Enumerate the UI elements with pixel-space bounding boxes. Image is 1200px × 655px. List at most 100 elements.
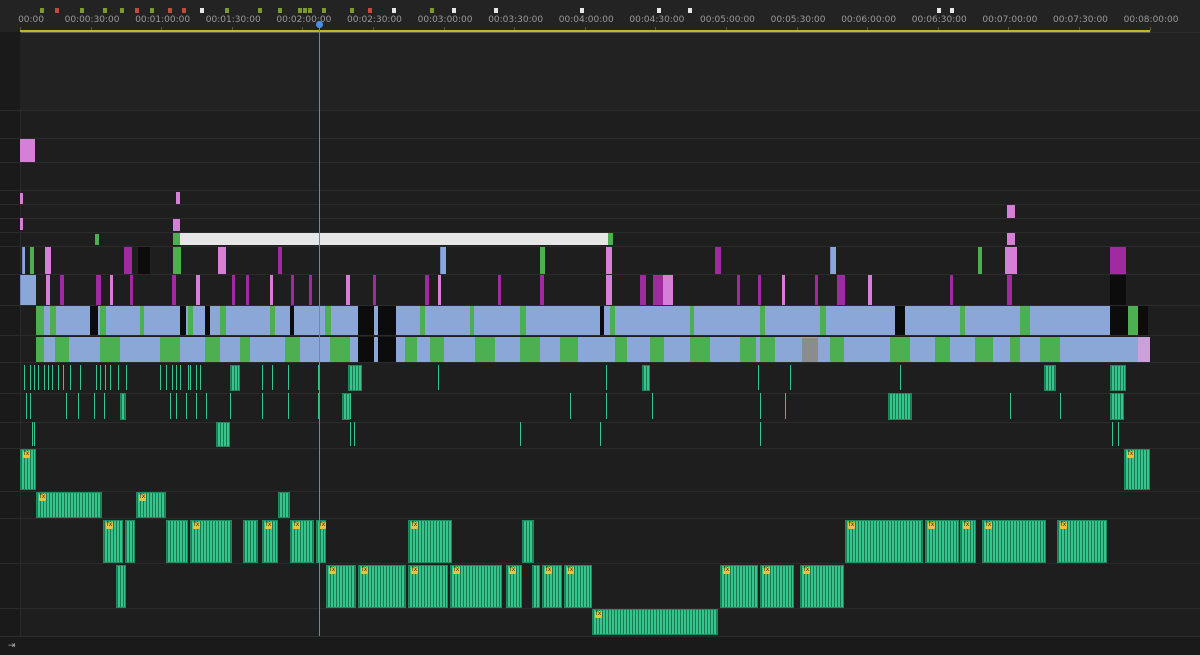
audio-clip-slice[interactable] [600, 422, 601, 446]
sequence-marker[interactable] [688, 8, 692, 13]
audio-clip-slice[interactable] [100, 365, 101, 390]
fx-badge-icon[interactable]: fx [106, 521, 113, 529]
video-clip[interactable] [20, 139, 35, 162]
sequence-marker[interactable] [368, 8, 372, 13]
audio-clip[interactable] [116, 565, 126, 608]
fx-badge-icon[interactable]: fx [723, 566, 730, 574]
audio-clip-slice[interactable] [520, 422, 521, 446]
audio-clip[interactable]: fx [982, 520, 1046, 563]
audio-clip[interactable] [243, 520, 258, 563]
audio-clip[interactable] [642, 365, 650, 391]
audio-clip-slice[interactable] [26, 393, 27, 419]
video-clip[interactable] [935, 337, 950, 362]
video-clip[interactable] [653, 275, 663, 305]
video-clip[interactable] [140, 306, 144, 335]
audio-clip-slice[interactable] [758, 365, 759, 390]
audio-clip[interactable] [1044, 365, 1056, 391]
audio-clip[interactable]: fx [20, 449, 36, 490]
audio-clip-slice[interactable] [118, 365, 119, 390]
video-clip[interactable] [22, 247, 25, 274]
sequence-marker[interactable] [168, 8, 172, 13]
audio-clip-slice[interactable] [350, 422, 351, 446]
audio-clip[interactable]: fx [564, 565, 592, 608]
audio-clip-slice[interactable] [96, 365, 97, 390]
audio-clip[interactable] [216, 422, 230, 447]
video-clip[interactable] [690, 306, 694, 335]
audio-clip[interactable]: fx [450, 565, 502, 608]
video-clip[interactable] [640, 275, 646, 305]
audio-clip-slice[interactable] [186, 393, 187, 419]
audio-clip[interactable]: fx [103, 520, 123, 563]
video-clip[interactable] [606, 247, 612, 274]
video-clip[interactable] [430, 337, 444, 362]
sequence-marker[interactable] [322, 8, 326, 13]
video-clip[interactable] [438, 275, 441, 305]
fx-badge-icon[interactable]: fx [803, 566, 810, 574]
video-clip-black[interactable] [378, 337, 396, 362]
audio-clip[interactable]: fx [408, 565, 448, 608]
audio-clip[interactable] [342, 393, 350, 420]
video-clip[interactable] [278, 247, 282, 274]
video-clip[interactable] [440, 247, 446, 274]
fx-badge-icon[interactable]: fx [411, 521, 418, 529]
audio-clip-slice[interactable] [170, 393, 171, 419]
audio-clip[interactable]: fx [262, 520, 278, 563]
audio-clip[interactable]: fx [408, 520, 452, 563]
video-clip[interactable] [1110, 247, 1126, 274]
audio-clip-slice[interactable] [172, 365, 173, 390]
video-clip[interactable] [291, 275, 294, 305]
audio-clip[interactable]: fx [190, 520, 232, 563]
audio-clip-slice[interactable] [70, 365, 71, 390]
video-clip[interactable] [95, 234, 99, 245]
video-clip[interactable] [1010, 337, 1020, 362]
video-clip[interactable] [246, 275, 249, 305]
video-clip[interactable] [890, 337, 910, 362]
audio-clip-slice[interactable] [38, 365, 39, 390]
video-clip[interactable] [470, 306, 474, 335]
video-clip[interactable] [615, 337, 627, 362]
video-clip[interactable] [498, 275, 501, 305]
audio-clip-slice[interactable] [63, 365, 64, 390]
video-clip[interactable] [36, 306, 1148, 335]
audio-clip-slice[interactable] [438, 365, 439, 390]
audio-clip-slice[interactable] [166, 365, 167, 390]
video-clip[interactable] [520, 306, 526, 335]
audio-clip[interactable]: fx [542, 565, 562, 608]
audio-clip[interactable]: fx [800, 565, 844, 608]
fx-badge-icon[interactable]: fx [1060, 521, 1067, 529]
video-clip[interactable] [960, 306, 965, 335]
video-clip[interactable] [20, 218, 23, 230]
audio-clip-slice[interactable] [350, 393, 351, 419]
video-clip[interactable] [715, 247, 721, 274]
audio-clip-slice[interactable] [58, 365, 59, 390]
video-clip-black[interactable] [290, 306, 294, 335]
audio-clip-slice[interactable] [180, 365, 181, 390]
video-clip-black[interactable] [895, 306, 905, 335]
fx-badge-icon[interactable]: fx [928, 521, 935, 529]
video-clip[interactable] [758, 275, 761, 305]
fx-badge-icon[interactable]: fx [329, 566, 336, 574]
audio-clip-slice[interactable] [34, 422, 35, 446]
video-clip[interactable] [218, 247, 226, 274]
audio-clip-slice[interactable] [1118, 422, 1119, 446]
audio-clip[interactable] [1110, 365, 1126, 391]
audio-clip[interactable] [120, 393, 126, 420]
audio-clip[interactable] [888, 393, 912, 420]
video-clip[interactable] [425, 275, 429, 305]
video-clip-black[interactable] [1110, 306, 1128, 335]
sequence-marker[interactable] [80, 8, 84, 13]
fx-badge-icon[interactable]: fx [509, 566, 516, 574]
fx-badge-icon[interactable]: fx [545, 566, 552, 574]
sequence-marker[interactable] [950, 8, 954, 13]
audio-clip-slice[interactable] [1010, 393, 1011, 419]
video-clip-black[interactable] [90, 306, 98, 335]
video-clip[interactable] [606, 275, 612, 305]
sequence-marker[interactable] [308, 8, 312, 13]
fx-badge-icon[interactable]: fx [963, 521, 970, 529]
audio-clip[interactable]: fx [36, 492, 102, 518]
audio-clip-slice[interactable] [48, 365, 49, 390]
video-clip[interactable] [760, 306, 765, 335]
video-clip-black[interactable] [378, 306, 396, 335]
audio-clip-slice[interactable] [44, 365, 45, 390]
video-clip[interactable] [285, 337, 300, 362]
